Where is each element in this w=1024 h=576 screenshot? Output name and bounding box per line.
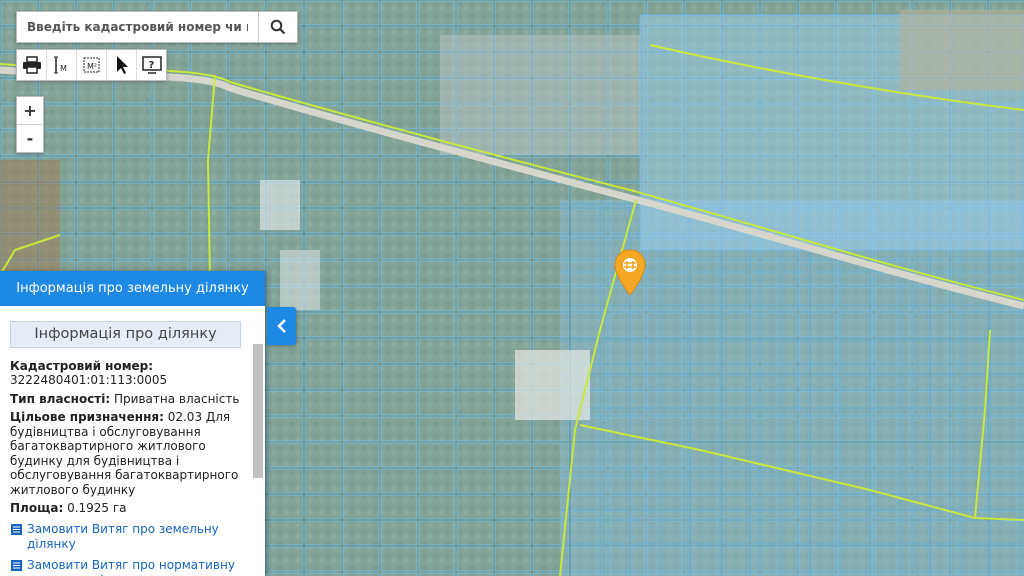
order-valuation-link[interactable]: Замовити Витяг про нормативну грошову оц… <box>10 558 241 576</box>
cadastral-value: 3222480401:01:113:0005 <box>10 373 168 387</box>
pointer-icon <box>116 56 128 74</box>
measure-length-button[interactable]: M <box>47 50 77 80</box>
map-pin-icon <box>614 249 646 296</box>
search-icon <box>270 19 286 35</box>
document-icon <box>11 523 22 535</box>
document-icon <box>11 559 22 571</box>
panel-scrollbar[interactable] <box>253 344 263 478</box>
zoom-in-button[interactable]: + <box>17 97 43 125</box>
purpose-label: Цільове призначення: <box>10 410 164 424</box>
search-input[interactable] <box>17 12 258 42</box>
svg-text:M²: M² <box>87 62 97 71</box>
search-bar <box>16 11 298 43</box>
collapse-panel-button[interactable] <box>267 307 296 345</box>
ownership-label: Тип власності: <box>10 391 111 406</box>
chevron-left-icon <box>276 319 286 333</box>
print-button[interactable] <box>17 50 47 80</box>
parcel-info-panel: Інформація про земельну ділянку Інформац… <box>0 271 265 576</box>
order-extract-link[interactable]: Замовити Витяг про земельну ділянку <box>10 522 241 552</box>
zoom-out-button[interactable]: - <box>17 125 43 152</box>
ownership-value: Приватна власність <box>114 391 240 406</box>
print-icon <box>22 56 41 74</box>
ruler-length-icon: M <box>53 56 67 74</box>
select-button[interactable] <box>107 50 137 80</box>
area-row: Площа: 0.1925 га <box>10 501 241 516</box>
ownership-row: Тип власності: Приватна власність <box>10 392 241 407</box>
svg-text:?: ? <box>148 60 154 71</box>
search-button[interactable] <box>258 12 297 42</box>
map-toolbar: M M² ? <box>16 49 167 81</box>
area-label: Площа: <box>10 501 64 515</box>
location-marker[interactable] <box>613 249 647 301</box>
panel-header: Інформація про земельну ділянку <box>0 271 265 306</box>
purpose-row: Цільове призначення: 02.03 Для будівницт… <box>10 410 241 497</box>
cadastral-number: Кадастровий номер: 3222480401:01:113:000… <box>10 359 241 388</box>
panel-subtitle: Інформація про ділянку <box>10 321 241 348</box>
order-valuation-label[interactable]: Замовити Витяг про нормативну грошову оц… <box>27 558 241 576</box>
area-value: 0.1925 га <box>67 501 127 515</box>
order-extract-label[interactable]: Замовити Витяг про земельну ділянку <box>27 522 241 552</box>
zoom-control: + - <box>16 96 44 153</box>
info-button[interactable]: ? <box>137 50 166 80</box>
svg-text:M: M <box>60 64 67 73</box>
cadastral-label: Кадастровий номер: <box>10 358 154 373</box>
panel-body[interactable]: Інформація про ділянку Кадастровий номер… <box>0 306 265 576</box>
info-screen-icon: ? <box>141 56 162 74</box>
measure-area-button[interactable]: M² <box>77 50 107 80</box>
ruler-area-icon: M² <box>83 57 99 73</box>
